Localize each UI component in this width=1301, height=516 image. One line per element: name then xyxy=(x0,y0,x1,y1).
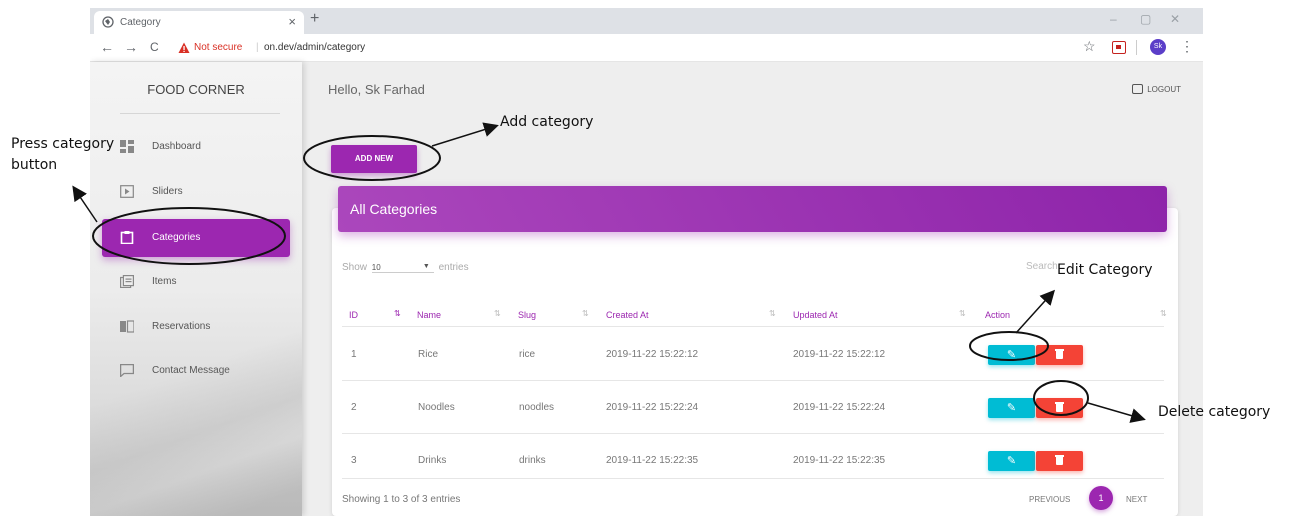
annotation-press-category: Press category xyxy=(11,136,115,152)
arrow-edit-category xyxy=(1015,289,1056,334)
highlight-ellipse-edit xyxy=(969,331,1049,361)
highlight-ellipse-add-new xyxy=(303,135,441,181)
annotation-add-category: Add category xyxy=(500,114,594,130)
highlight-ellipse-delete xyxy=(1033,380,1089,416)
annotation-overlay xyxy=(72,122,1146,423)
arrow-press-category xyxy=(72,185,98,223)
annotation-edit-category: Edit Category xyxy=(1057,262,1153,278)
arrow-delete-category xyxy=(1087,402,1146,423)
screenshot-stage: Category × + – ▢ ✕ ← → C Not secure | on… xyxy=(0,0,1301,516)
annotation-button: button xyxy=(11,157,58,173)
annotation-delete-category: Delete category xyxy=(1158,404,1271,420)
arrow-add-category xyxy=(431,122,499,147)
highlight-ellipse-categories xyxy=(92,207,286,265)
